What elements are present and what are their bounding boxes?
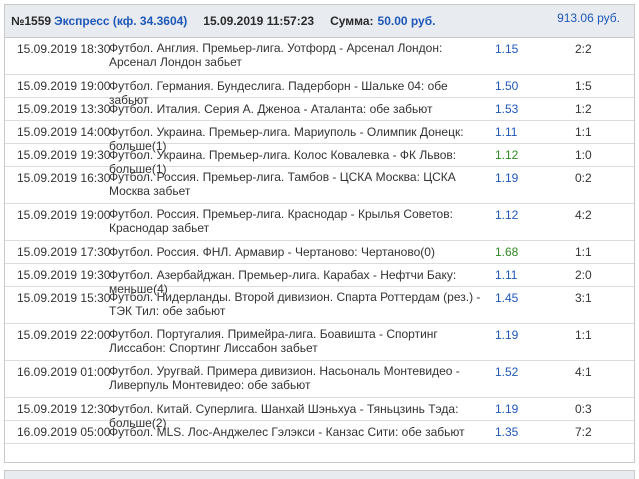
event-score: 2:0 xyxy=(575,268,592,282)
event-score: 0:3 xyxy=(575,402,592,416)
event-date: 15.09.2019 17:30 xyxy=(17,245,111,259)
event-description: Футбол. Россия. Премьер-лига. Тамбов - Ц… xyxy=(109,170,456,198)
event-date: 15.09.2019 12:30 xyxy=(17,402,111,416)
event-coefficient: 1.19 xyxy=(495,402,519,416)
event-date: 15.09.2019 13:30 xyxy=(17,102,111,116)
next-bet-card[interactable] xyxy=(4,470,635,479)
bet-type[interactable]: Экспресс (кф. 34.3604) xyxy=(54,14,187,28)
event-date: 15.09.2019 19:00 xyxy=(17,208,111,222)
event-date: 15.09.2019 16:30 xyxy=(17,171,111,185)
event-description: Футбол. Италия. Серия А. Дженоа - Аталан… xyxy=(109,102,433,116)
event-score: 1:2 xyxy=(575,102,592,116)
bet-sum-label: Сумма: xyxy=(330,14,374,28)
table-row: 15.09.2019 14:00 Футбол. Украина. Премьер… xyxy=(5,121,634,153)
table-row: 15.09.2019 15:30 Футбол. Нидерланды. Втор… xyxy=(5,287,634,324)
event-coefficient: 1.11 xyxy=(495,268,518,282)
event-date: 15.09.2019 19:30 xyxy=(17,148,111,162)
event-date: 15.09.2019 15:30 xyxy=(17,291,111,305)
event-score: 1:5 xyxy=(575,79,592,93)
event-score: 7:2 xyxy=(575,425,592,439)
table-row: 16.09.2019 01:00 Футбол. Уругвай. Примера… xyxy=(5,361,634,398)
event-description: Футбол. Португалия. Примейра-лига. Боави… xyxy=(109,327,438,355)
table-row: 15.09.2019 17:30 Футбол. Россия. ФНЛ. Арм… xyxy=(5,241,634,264)
table-row: 15.09.2019 19:30 Футбол. Украина. Премьер… xyxy=(5,144,634,176)
table-row: 15.09.2019 19:00 Футбол. Россия. Премьер-… xyxy=(5,204,634,241)
event-score: 0:2 xyxy=(575,171,592,185)
event-date: 15.09.2019 19:00 xyxy=(17,79,111,93)
event-date: 15.09.2019 22:00 xyxy=(17,328,111,342)
event-description: Футбол. MLS. Лос-Анджелес Гэлэкси - Канз… xyxy=(109,425,465,439)
bet-win-value: 913.06 руб. xyxy=(557,11,620,25)
event-date: 16.09.2019 05:00 xyxy=(17,425,111,439)
table-row: 15.09.2019 18:30 Футбол. Англия. Премьер-… xyxy=(5,38,634,75)
event-coefficient: 1.53 xyxy=(495,102,519,116)
event-score: 1:1 xyxy=(575,245,592,259)
bet-number: №1559 xyxy=(11,14,52,28)
event-coefficient: 1.19 xyxy=(495,171,519,185)
event-score: 1:0 xyxy=(575,148,592,162)
table-row: 15.09.2019 19:00 Футбол. Германия. Бундес… xyxy=(5,75,634,107)
event-score: 1:1 xyxy=(575,125,592,139)
table-row: 15.09.2019 22:00 Футбол. Португалия. Прим… xyxy=(5,324,634,361)
event-coefficient: 1.45 xyxy=(495,291,519,305)
event-coefficient: 1.68 xyxy=(495,245,519,259)
event-description: Футбол. Россия. Премьер-лига. Краснодар … xyxy=(109,207,453,235)
event-date: 15.09.2019 19:30 xyxy=(17,268,111,282)
table-row: 15.09.2019 19:30 Футбол. Азербайджан. Пре… xyxy=(5,264,634,296)
event-score: 2:2 xyxy=(575,42,592,56)
event-coefficient: 1.11 xyxy=(495,125,518,139)
table-row: 15.09.2019 13:30 Футбол. Италия. Серия А.… xyxy=(5,98,634,121)
event-score: 1:1 xyxy=(575,328,592,342)
bet-card: №1559 Экспресс (кф. 34.3604) 15.09.2019 … xyxy=(4,4,635,463)
event-description: Футбол. Нидерланды. Второй дивизион. Спа… xyxy=(109,290,481,318)
event-score: 4:1 xyxy=(575,365,592,379)
event-description: Футбол. Англия. Премьер-лига. Уотфорд - … xyxy=(109,41,443,69)
bet-sum-value: 50.00 руб. xyxy=(377,14,436,28)
event-date: 15.09.2019 18:30 xyxy=(17,42,111,56)
bet-events-list: 15.09.2019 18:30 Футбол. Англия. Премьер-… xyxy=(5,38,634,444)
event-description: Футбол. Уругвай. Примера дивизион. Насьо… xyxy=(109,364,460,392)
table-row: 16.09.2019 05:00 Футбол. MLS. Лос-Анджеле… xyxy=(5,421,634,444)
event-coefficient: 1.52 xyxy=(495,365,519,379)
event-date: 15.09.2019 14:00 xyxy=(17,125,111,139)
event-score: 3:1 xyxy=(575,291,592,305)
event-coefficient: 1.12 xyxy=(495,208,519,222)
table-row: 15.09.2019 16:30 Футбол. Россия. Премьер-… xyxy=(5,167,634,204)
event-score: 4:2 xyxy=(575,208,592,222)
event-coefficient: 1.35 xyxy=(495,425,519,439)
event-description: Футбол. Россия. ФНЛ. Армавир - Чертаново… xyxy=(109,245,435,259)
event-coefficient: 1.19 xyxy=(495,328,519,342)
bet-header: №1559 Экспресс (кф. 34.3604) 15.09.2019 … xyxy=(5,5,634,38)
event-date: 16.09.2019 01:00 xyxy=(17,365,111,379)
event-coefficient: 1.15 xyxy=(495,42,519,56)
event-coefficient: 1.50 xyxy=(495,79,519,93)
bet-datetime: 15.09.2019 11:57:23 xyxy=(203,14,315,28)
table-row: 15.09.2019 12:30 Футбол. Китай. Суперлига… xyxy=(5,398,634,430)
event-coefficient: 1.12 xyxy=(495,148,519,162)
